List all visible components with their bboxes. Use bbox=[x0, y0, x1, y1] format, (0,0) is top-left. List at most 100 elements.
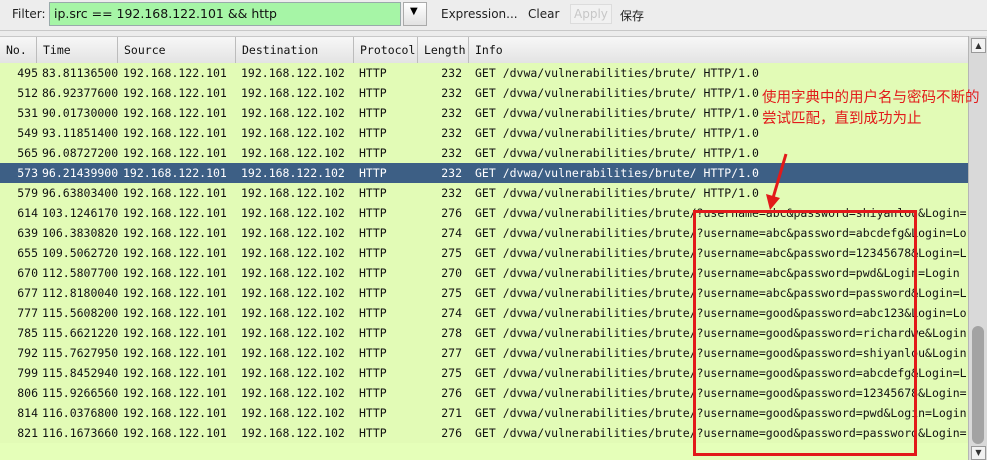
packet-no: 495 bbox=[17, 66, 38, 80]
packet-source: 192.168.122.101 bbox=[123, 366, 227, 380]
packet-destination: 192.168.122.102 bbox=[241, 426, 345, 440]
packet-time: 93.11851400 bbox=[42, 126, 118, 140]
packet-no: 792 bbox=[17, 346, 38, 360]
packet-destination: 192.168.122.102 bbox=[241, 266, 345, 280]
packet-destination: 192.168.122.102 bbox=[241, 326, 345, 340]
packet-length: 232 bbox=[441, 186, 462, 200]
packet-no: 573 bbox=[17, 166, 38, 180]
packet-protocol: HTTP bbox=[359, 126, 387, 140]
packet-source: 192.168.122.101 bbox=[123, 226, 227, 240]
packet-no: 821 bbox=[17, 426, 38, 440]
column-header-protocol[interactable]: Protocol bbox=[354, 37, 418, 63]
packet-protocol: HTTP bbox=[359, 146, 387, 160]
packet-time: 96.08727200 bbox=[42, 146, 118, 160]
packet-list-header: No. Time Source Destination Protocol Len… bbox=[0, 36, 968, 64]
packet-length: 276 bbox=[441, 206, 462, 220]
packet-no: 614 bbox=[17, 206, 38, 220]
packet-protocol: HTTP bbox=[359, 306, 387, 320]
packet-destination: 192.168.122.102 bbox=[241, 166, 345, 180]
column-header-source[interactable]: Source bbox=[118, 37, 236, 63]
packet-length: 270 bbox=[441, 266, 462, 280]
packet-length: 271 bbox=[441, 406, 462, 420]
packet-length: 232 bbox=[441, 126, 462, 140]
packet-destination: 192.168.122.102 bbox=[241, 106, 345, 120]
packet-source: 192.168.122.101 bbox=[123, 66, 227, 80]
table-row[interactable]: 573 96.21439900 192.168.122.101 192.168.122… bbox=[0, 163, 968, 183]
packet-time: 115.6621220 bbox=[42, 326, 118, 340]
packet-protocol: HTTP bbox=[359, 206, 387, 220]
packet-destination: 192.168.122.102 bbox=[241, 126, 345, 140]
packet-source: 192.168.122.101 bbox=[123, 126, 227, 140]
packet-info: GET /dvwa/vulnerabilities/brute/ HTTP/1.… bbox=[475, 186, 759, 200]
packet-time: 115.7627950 bbox=[42, 346, 118, 360]
scroll-up-arrow-icon[interactable]: ▲ bbox=[971, 38, 986, 53]
packet-protocol: HTTP bbox=[359, 246, 387, 260]
packet-time: 115.8452940 bbox=[42, 366, 118, 380]
packet-source: 192.168.122.101 bbox=[123, 426, 227, 440]
packet-no: 639 bbox=[17, 226, 38, 240]
packet-protocol: HTTP bbox=[359, 326, 387, 340]
expression-button[interactable]: Expression... bbox=[441, 7, 518, 21]
packet-source: 192.168.122.101 bbox=[123, 246, 227, 260]
packet-no: 799 bbox=[17, 366, 38, 380]
column-header-length[interactable]: Length bbox=[418, 37, 469, 63]
packet-length: 232 bbox=[441, 66, 462, 80]
filter-label: Filter: bbox=[12, 7, 46, 21]
filter-input[interactable]: ip.src == 192.168.122.101 && http bbox=[49, 2, 401, 26]
packet-length: 232 bbox=[441, 146, 462, 160]
packet-no: 814 bbox=[17, 406, 38, 420]
packet-time: 116.0376800 bbox=[42, 406, 118, 420]
filter-dropdown-button[interactable]: ▼ bbox=[403, 2, 427, 26]
packet-length: 277 bbox=[441, 346, 462, 360]
packet-destination: 192.168.122.102 bbox=[241, 226, 345, 240]
packet-length: 274 bbox=[441, 226, 462, 240]
packet-protocol: HTTP bbox=[359, 406, 387, 420]
packet-protocol: HTTP bbox=[359, 86, 387, 100]
table-row[interactable]: 495 83.81136500 192.168.122.101 192.168.122… bbox=[0, 63, 968, 83]
packet-length: 276 bbox=[441, 386, 462, 400]
packet-time: 90.01730000 bbox=[42, 106, 118, 120]
apply-button[interactable]: Apply bbox=[570, 4, 612, 24]
packet-time: 112.8180040 bbox=[42, 286, 118, 300]
packet-destination: 192.168.122.102 bbox=[241, 346, 345, 360]
packet-length: 232 bbox=[441, 106, 462, 120]
column-header-info[interactable]: Info bbox=[469, 37, 968, 63]
packet-destination: 192.168.122.102 bbox=[241, 66, 345, 80]
packet-protocol: HTTP bbox=[359, 366, 387, 380]
column-header-time[interactable]: Time bbox=[37, 37, 118, 63]
packet-destination: 192.168.122.102 bbox=[241, 206, 345, 220]
annotation-arrow-icon bbox=[766, 153, 788, 210]
packet-time: 112.5807700 bbox=[42, 266, 118, 280]
packet-protocol: HTTP bbox=[359, 166, 387, 180]
packet-info: GET /dvwa/vulnerabilities/brute/ HTTP/1.… bbox=[475, 66, 759, 80]
packet-destination: 192.168.122.102 bbox=[241, 186, 345, 200]
packet-no: 549 bbox=[17, 126, 38, 140]
table-row[interactable]: 565 96.08727200 192.168.122.101 192.168.122… bbox=[0, 143, 968, 163]
scroll-down-arrow-icon[interactable]: ▼ bbox=[971, 446, 986, 460]
packet-source: 192.168.122.101 bbox=[123, 406, 227, 420]
packet-protocol: HTTP bbox=[359, 106, 387, 120]
packet-time: 103.1246170 bbox=[42, 206, 118, 220]
table-row[interactable]: 579 96.63803400 192.168.122.101 192.168.122… bbox=[0, 183, 968, 203]
scrollbar-thumb[interactable] bbox=[972, 326, 984, 444]
packet-source: 192.168.122.101 bbox=[123, 86, 227, 100]
packet-time: 86.92377600 bbox=[42, 86, 118, 100]
filter-toolbar: Filter: ip.src == 192.168.122.101 && htt… bbox=[0, 0, 987, 31]
save-button[interactable]: 保存 bbox=[620, 7, 644, 24]
column-header-destination[interactable]: Destination bbox=[236, 37, 354, 63]
packet-protocol: HTTP bbox=[359, 386, 387, 400]
packet-length: 275 bbox=[441, 286, 462, 300]
packet-source: 192.168.122.101 bbox=[123, 146, 227, 160]
packet-time: 83.81136500 bbox=[42, 66, 118, 80]
packet-time: 106.3830820 bbox=[42, 226, 118, 240]
packet-source: 192.168.122.101 bbox=[123, 286, 227, 300]
clear-button[interactable]: Clear bbox=[528, 7, 559, 21]
packet-source: 192.168.122.101 bbox=[123, 186, 227, 200]
packet-source: 192.168.122.101 bbox=[123, 266, 227, 280]
packet-no: 777 bbox=[17, 306, 38, 320]
packet-no: 531 bbox=[17, 106, 38, 120]
packet-no: 785 bbox=[17, 326, 38, 340]
annotation-text: 使用字典中的用户名与密码不断的尝试匹配，直到成功为止 bbox=[762, 90, 980, 127]
packet-protocol: HTTP bbox=[359, 66, 387, 80]
column-header-no[interactable]: No. bbox=[0, 37, 37, 63]
